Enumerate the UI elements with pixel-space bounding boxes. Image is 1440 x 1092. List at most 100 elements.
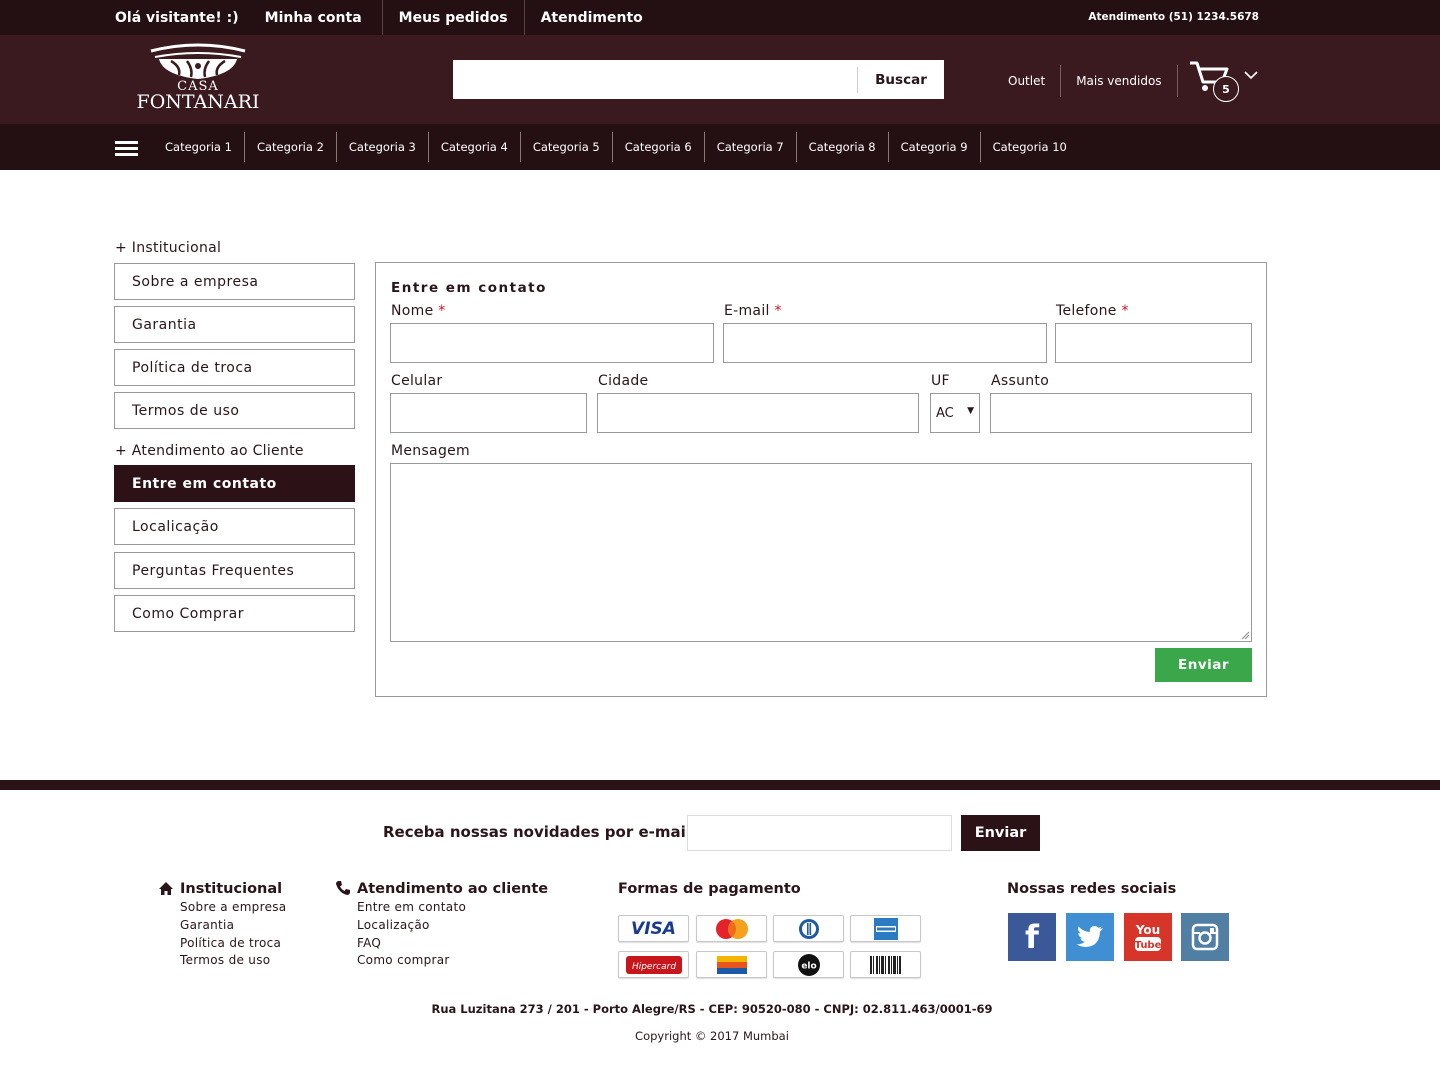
header-links: Outlet Mais vendidos — [993, 65, 1178, 97]
greeting-text: Olá visitante! :) — [115, 9, 239, 26]
footer-link[interactable]: FAQ — [357, 936, 381, 950]
hipercard-icon: Hipercard — [618, 951, 689, 978]
category-link[interactable]: Categoria 5 — [519, 132, 612, 162]
menu-icon[interactable] — [115, 141, 138, 156]
my-account-link[interactable]: Minha conta — [265, 0, 382, 35]
diners-icon — [773, 915, 844, 942]
footer-link[interactable]: Como comprar — [357, 953, 450, 967]
uf-label: UF — [931, 373, 950, 389]
newsletter-send-button[interactable]: Enviar — [961, 815, 1040, 851]
footer-link[interactable]: Garantia — [180, 918, 234, 932]
nome-label: Nome * — [391, 303, 446, 319]
category-link[interactable]: Categoria 8 — [795, 132, 888, 162]
cidade-field[interactable] — [597, 393, 919, 433]
sidebar-item-como-comprar[interactable]: Como Comprar — [114, 595, 355, 632]
svg-text:elo: elo — [801, 961, 816, 971]
home-icon — [159, 882, 173, 895]
category-link[interactable]: Categoria 1 — [151, 132, 244, 162]
category-link[interactable]: Categoria 4 — [427, 132, 520, 162]
sidebar-item-politica[interactable]: Política de troca — [114, 349, 355, 386]
top-links: Olá visitante! :) Minha conta Meus pedid… — [115, 0, 659, 35]
instagram-icon[interactable] — [1181, 913, 1229, 961]
elo-icon: elo — [773, 951, 844, 978]
footer-social-title: Nossas redes sociais — [1007, 881, 1177, 897]
phone-icon — [336, 881, 350, 895]
search-input[interactable] — [453, 60, 857, 99]
footer-link[interactable]: Termos de uso — [180, 953, 270, 967]
celular-field[interactable] — [390, 393, 587, 433]
sidebar-group-institucional[interactable]: + Institucional — [115, 240, 221, 256]
best-sellers-link[interactable]: Mais vendidos — [1061, 65, 1178, 97]
cart-count-badge: 5 — [1213, 76, 1239, 102]
telefone-field[interactable] — [1055, 323, 1252, 363]
nome-field[interactable] — [390, 323, 714, 363]
youtube-icon[interactable]: You Tube — [1124, 913, 1172, 961]
visa-icon: VISA — [618, 915, 689, 942]
footer-link[interactable]: Localização — [357, 918, 430, 932]
category-link[interactable]: Categoria 7 — [703, 132, 796, 162]
sidebar-item-faq[interactable]: Perguntas Frequentes — [114, 552, 355, 589]
mastercard-icon — [696, 915, 767, 942]
footer-divider — [0, 780, 1440, 790]
newsletter-label: Receba nossas novidades por e-mail: — [383, 823, 697, 841]
aura-icon — [696, 951, 767, 978]
header: CASA FONTANARI Buscar Outlet Mais vendid… — [0, 35, 1440, 124]
category-link[interactable]: Categoria 10 — [979, 132, 1079, 162]
logo[interactable]: CASA FONTANARI — [123, 41, 273, 117]
my-orders-link[interactable]: Meus pedidos — [381, 0, 524, 35]
footer-link[interactable]: Entre em contato — [357, 900, 466, 914]
facebook-icon[interactable]: f — [1008, 913, 1056, 961]
category-nav: Categoria 1 Categoria 2 Categoria 3 Cate… — [0, 124, 1440, 170]
category-link[interactable]: Categoria 3 — [335, 132, 428, 162]
footer-payment-title: Formas de pagamento — [618, 881, 801, 897]
mensagem-label: Mensagem — [391, 443, 470, 459]
sidebar-item-sobre[interactable]: Sobre a empresa — [114, 263, 355, 300]
category-list: Categoria 1 Categoria 2 Categoria 3 Cate… — [151, 132, 1079, 162]
contact-form: Entre em contato Nome * E-mail * Telefon… — [375, 262, 1267, 697]
logo-fontanari-text: FONTANARI — [136, 91, 260, 113]
chevron-down-icon[interactable] — [1244, 70, 1258, 80]
company-address: Rua Luzitana 273 / 201 - Porto Alegre/RS… — [431, 1002, 993, 1016]
amex-icon — [850, 915, 921, 942]
sidebar-group-atendimento[interactable]: + Atendimento ao Cliente — [115, 443, 304, 459]
assunto-field[interactable] — [990, 393, 1252, 433]
support-link[interactable]: Atendimento — [523, 0, 659, 35]
send-button[interactable]: Enviar — [1155, 648, 1252, 682]
svg-text:Tube: Tube — [1135, 940, 1162, 951]
footer-link[interactable]: Política de troca — [180, 936, 281, 950]
search-button[interactable]: Buscar — [858, 60, 944, 99]
sidebar-item-contato[interactable]: Entre em contato — [114, 465, 355, 502]
email-field[interactable] — [723, 323, 1047, 363]
logo-emblem-icon — [150, 43, 246, 79]
copyright-text: Copyright © 2017 Mumbai — [635, 1029, 789, 1043]
cart-button[interactable]: 5 — [1188, 60, 1260, 102]
svg-text:You: You — [1135, 923, 1160, 937]
category-link[interactable]: Categoria 9 — [887, 132, 980, 162]
form-title: Entre em contato — [391, 280, 547, 296]
category-link[interactable]: Categoria 6 — [611, 132, 704, 162]
outlet-link[interactable]: Outlet — [993, 65, 1062, 97]
twitter-icon[interactable] — [1066, 913, 1114, 961]
search-bar: Buscar — [453, 60, 944, 99]
uf-selected-value: AC — [936, 405, 954, 421]
svg-text:Hipercard: Hipercard — [631, 962, 675, 972]
newsletter-email-input[interactable] — [687, 815, 952, 851]
category-link[interactable]: Categoria 2 — [243, 132, 336, 162]
assunto-label: Assunto — [991, 373, 1050, 389]
sidebar-item-termos[interactable]: Termos de uso — [114, 392, 355, 429]
footer-link[interactable]: Sobre a empresa — [180, 900, 286, 914]
sidebar-item-localicacao[interactable]: Localicação — [114, 508, 355, 545]
barcode-icon — [850, 951, 921, 978]
telefone-label: Telefone * — [1056, 303, 1129, 319]
footer-atendimento-title: Atendimento ao cliente — [357, 881, 549, 897]
footer-institucional-title: Institucional — [180, 881, 283, 897]
support-phone: Atendimento (51) 1234.5678 — [1088, 11, 1259, 23]
celular-label: Celular — [391, 373, 443, 389]
mensagem-textarea[interactable] — [390, 463, 1252, 642]
top-bar: Olá visitante! :) Minha conta Meus pedid… — [0, 0, 1440, 35]
sidebar-item-garantia[interactable]: Garantia — [114, 306, 355, 343]
uf-select[interactable]: AC ▼ — [930, 393, 980, 433]
email-label: E-mail * — [724, 303, 782, 319]
resize-grip-icon[interactable] — [1241, 631, 1249, 639]
caret-down-icon: ▼ — [967, 406, 974, 416]
